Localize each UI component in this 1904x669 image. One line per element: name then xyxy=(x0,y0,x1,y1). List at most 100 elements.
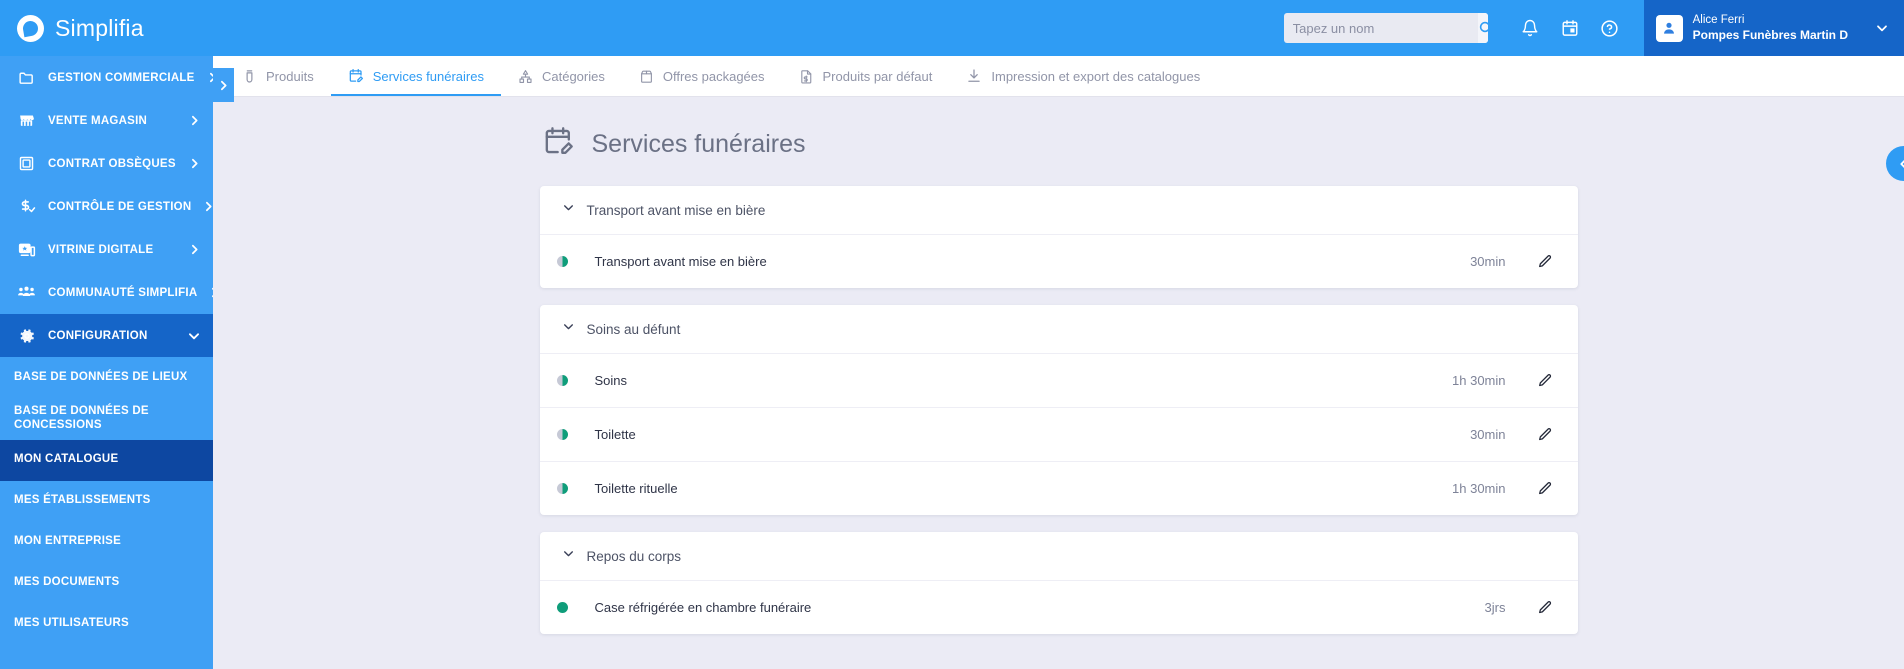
sidebar-subitem-label: MES UTILISATEURS xyxy=(14,617,129,630)
sidebar-subitem-label: MES DOCUMENTS xyxy=(14,576,120,589)
search-box[interactable] xyxy=(1283,13,1488,43)
user-name: Alice Ferri xyxy=(1692,13,1745,26)
user-organization: Pompes Funèbres Martin D xyxy=(1692,27,1848,42)
calendar-icon xyxy=(1562,20,1578,36)
digital-display-icon xyxy=(16,241,37,259)
sidebar-navigation: GESTION COMMERCIALE VENTE MAGASIN CONTRA… xyxy=(0,56,213,669)
user-avatar-icon xyxy=(1664,22,1675,34)
help-circle-icon xyxy=(1601,19,1618,37)
sidebar-subitem-label: BASE DE DONNÉES DE CONCESSIONS xyxy=(14,405,149,431)
sidebar-expand-button[interactable] xyxy=(213,68,234,102)
brand-logo-area[interactable]: Simplifia xyxy=(0,14,213,42)
calendar-button[interactable] xyxy=(1550,8,1590,48)
chevron-down-icon xyxy=(562,201,575,219)
service-duration: 30min xyxy=(1470,427,1506,442)
user-menu[interactable]: Alice Ferri Pompes Funèbres Martin D xyxy=(1643,0,1904,56)
pencil-icon xyxy=(1538,427,1551,440)
chevron-down-icon xyxy=(187,329,201,343)
sidebar-item-vitrine-digitale[interactable]: VITRINE DIGITALE xyxy=(0,228,213,271)
sidebar-item-base-de-donnees-de-concessions[interactable]: BASE DE DONNÉES DE CONCESSIONS xyxy=(0,398,213,440)
section-card: Soins au défunt Soins 1h 30min Toilette … xyxy=(539,305,1578,515)
service-name: Soins xyxy=(594,373,628,388)
table-row[interactable]: Case réfrigérée en chambre funéraire 3jr… xyxy=(539,580,1578,634)
tab-produits-par-defaut[interactable]: Produits par défaut xyxy=(782,56,950,96)
help-button[interactable] xyxy=(1590,8,1630,48)
brand-name: Simplifia xyxy=(55,14,144,41)
tab-categories[interactable]: Catégories xyxy=(501,56,622,96)
tab-offres-packagees[interactable]: Offres packagées xyxy=(622,56,782,96)
document-price-icon xyxy=(799,69,814,84)
sidebar-item-label: CONFIGURATION xyxy=(48,329,148,342)
sidebar-subitem-label: MON ENTREPRISE xyxy=(14,535,122,548)
sidebar-item-communaute-simplifia[interactable]: COMMUNAUTÉ SIMPLIFIA xyxy=(0,271,213,314)
sidebar-item-contrat-obseques[interactable]: CONTRAT OBSÈQUES xyxy=(0,142,213,185)
chevron-down-icon xyxy=(562,547,575,565)
section-title: Repos du corps xyxy=(586,548,682,564)
status-badge xyxy=(556,375,568,386)
sidebar-item-label: VENTE MAGASIN xyxy=(48,114,148,127)
status-badge xyxy=(556,256,568,267)
edit-button[interactable] xyxy=(1537,373,1553,389)
sidebar-item-mon-catalogue[interactable]: MON CATALOGUE xyxy=(0,439,213,481)
search-icon xyxy=(1479,21,1488,33)
sidebar-item-base-de-donnees-de-lieux[interactable]: BASE DE DONNÉES DE LIEUX xyxy=(0,357,213,398)
avatar xyxy=(1655,14,1683,42)
chevron-down-icon xyxy=(562,320,575,338)
search-input[interactable] xyxy=(1283,13,1478,43)
service-name: Toilette rituelle xyxy=(594,481,678,496)
table-row[interactable]: Toilette 30min xyxy=(539,407,1578,461)
chevron-right-icon xyxy=(188,243,201,256)
section-header-transport-avant-mise-en-biere[interactable]: Transport avant mise en bière xyxy=(540,186,1578,234)
sidebar-item-gestion-commerciale[interactable]: GESTION COMMERCIALE xyxy=(0,56,213,99)
services-content: Services funéraires Transport avant mise… xyxy=(213,97,1904,669)
chevron-right-icon xyxy=(221,80,227,90)
sidebar-subitem-label: MES ÉTABLISSEMENTS xyxy=(14,494,151,507)
edit-button[interactable] xyxy=(1537,481,1553,497)
hierarchy-icon xyxy=(518,69,533,84)
tab-services-funeraires[interactable]: Services funéraires xyxy=(330,56,502,96)
service-name: Case réfrigérée en chambre funéraire xyxy=(594,600,812,615)
pencil-icon xyxy=(1538,600,1551,613)
section-header-soins-au-defunt[interactable]: Soins au défunt xyxy=(540,305,1578,353)
section-card: Repos du corps Case réfrigérée en chambr… xyxy=(539,532,1578,634)
section-card: Transport avant mise en bière Transport … xyxy=(539,186,1578,288)
sidebar-item-mes-documents[interactable]: MES DOCUMENTS xyxy=(0,563,213,604)
service-duration: 3jrs xyxy=(1484,600,1506,615)
sidebar-item-configuration[interactable]: CONFIGURATION xyxy=(0,314,213,357)
tab-produits[interactable]: Produits xyxy=(225,56,331,96)
sidebar-item-mon-entreprise[interactable]: MON ENTREPRISE xyxy=(0,522,213,563)
calendar-edit-icon xyxy=(348,68,364,84)
people-group-icon xyxy=(16,283,37,302)
sidebar-item-controle-de-gestion[interactable]: CONTRÔLE DE GESTION xyxy=(0,185,213,228)
chevron-left-icon xyxy=(1899,159,1904,168)
tab-impression-et-export[interactable]: Impression et export des catalogues xyxy=(949,56,1217,96)
section-title: Transport avant mise en bière xyxy=(586,202,766,218)
sidebar-subitem-label: BASE DE DONNÉES DE LIEUX xyxy=(14,370,188,383)
folder-icon xyxy=(16,69,37,86)
status-badge xyxy=(556,602,568,613)
table-row[interactable]: Soins 1h 30min xyxy=(539,353,1578,407)
search-button[interactable] xyxy=(1477,13,1488,43)
package-icon xyxy=(639,69,654,84)
table-row[interactable]: Transport avant mise en bière 30min xyxy=(539,234,1578,288)
sidebar-item-label: VITRINE DIGITALE xyxy=(48,243,154,256)
edit-button[interactable] xyxy=(1537,600,1553,616)
bell-icon xyxy=(1522,19,1538,37)
user-menu-caret[interactable] xyxy=(1874,20,1890,36)
sidebar-item-mes-etablissements[interactable]: MES ÉTABLISSEMENTS xyxy=(0,481,213,522)
notifications-button[interactable] xyxy=(1510,8,1550,48)
section-header-repos-du-corps[interactable]: Repos du corps xyxy=(540,532,1578,580)
status-badge xyxy=(556,483,568,494)
sidebar-item-label: CONTRAT OBSÈQUES xyxy=(48,157,176,170)
service-duration: 1h 30min xyxy=(1452,373,1506,388)
download-icon xyxy=(966,68,982,84)
main-content-area: Produits Services funéraires Catégories … xyxy=(213,56,1904,669)
gear-icon xyxy=(16,327,37,345)
edit-button[interactable] xyxy=(1537,427,1553,443)
tab-label: Catégories xyxy=(541,68,605,84)
sidebar-item-vente-magasin[interactable]: VENTE MAGASIN xyxy=(0,99,213,142)
edit-button[interactable] xyxy=(1537,254,1553,270)
page-title: Services funéraires xyxy=(591,129,806,158)
table-row[interactable]: Toilette rituelle 1h 30min xyxy=(539,461,1578,515)
sidebar-item-mes-utilisateurs[interactable]: MES UTILISATEURS xyxy=(0,604,213,645)
